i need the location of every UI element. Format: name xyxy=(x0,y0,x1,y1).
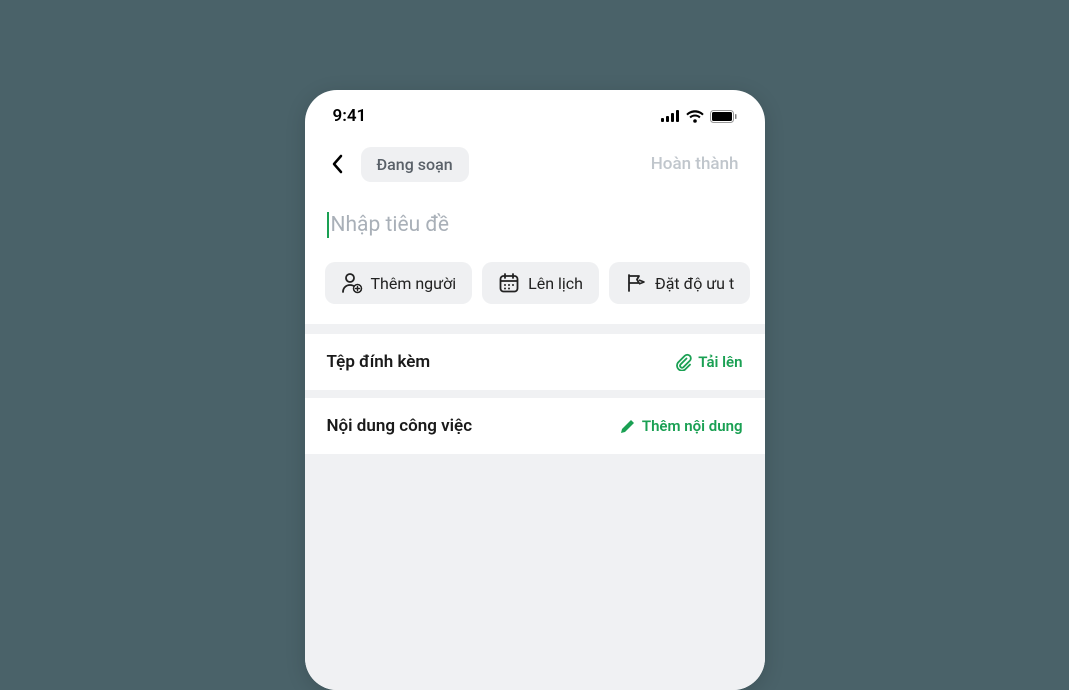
calendar-icon xyxy=(498,272,520,294)
chip-priority-label: Đặt độ ưu t xyxy=(655,274,734,293)
complete-button[interactable]: Hoàn thành xyxy=(651,154,751,174)
attachment-title: Tệp đính kèm xyxy=(327,352,431,372)
content-action-label: Thêm nội dung xyxy=(642,417,743,435)
quick-actions-row: Thêm người Lên lịch Đặt độ ưu t xyxy=(305,254,765,324)
divider xyxy=(305,390,765,398)
chevron-left-icon xyxy=(331,154,343,174)
divider xyxy=(305,324,765,334)
status-bar: 9:41 xyxy=(305,90,765,136)
title-placeholder: Nhập tiêu đề xyxy=(331,213,450,237)
chip-schedule[interactable]: Lên lịch xyxy=(482,262,599,304)
chip-add-person-label: Thêm người xyxy=(371,274,457,293)
signal-icon xyxy=(661,110,680,122)
flag-icon xyxy=(625,272,647,294)
empty-area xyxy=(305,454,765,690)
attachment-section: Tệp đính kèm Tải lên xyxy=(305,334,765,390)
phone-frame: 9:41 Đang soạn xyxy=(305,90,765,690)
status-icons xyxy=(661,110,737,123)
text-cursor xyxy=(327,212,329,238)
attachment-action-label: Tải lên xyxy=(698,353,742,371)
back-button[interactable] xyxy=(319,146,355,182)
pencil-icon xyxy=(620,418,636,434)
nav-bar: Đang soạn Hoàn thành xyxy=(305,136,765,192)
content-add-button[interactable]: Thêm nội dung xyxy=(620,417,743,435)
chip-add-person[interactable]: Thêm người xyxy=(325,262,473,304)
title-input[interactable]: Nhập tiêu đề xyxy=(305,192,765,254)
battery-icon xyxy=(710,110,737,123)
content-section: Nội dung công việc Thêm nội dung xyxy=(305,398,765,454)
content-title: Nội dung công việc xyxy=(327,416,473,436)
attachment-upload-button[interactable]: Tải lên xyxy=(674,353,742,371)
status-time: 9:41 xyxy=(333,106,367,126)
person-add-icon xyxy=(341,272,363,294)
chip-priority[interactable]: Đặt độ ưu t xyxy=(609,262,750,304)
wifi-icon xyxy=(686,110,704,123)
paperclip-icon xyxy=(674,353,692,371)
chip-schedule-label: Lên lịch xyxy=(528,274,583,293)
status-chip[interactable]: Đang soạn xyxy=(361,147,469,182)
